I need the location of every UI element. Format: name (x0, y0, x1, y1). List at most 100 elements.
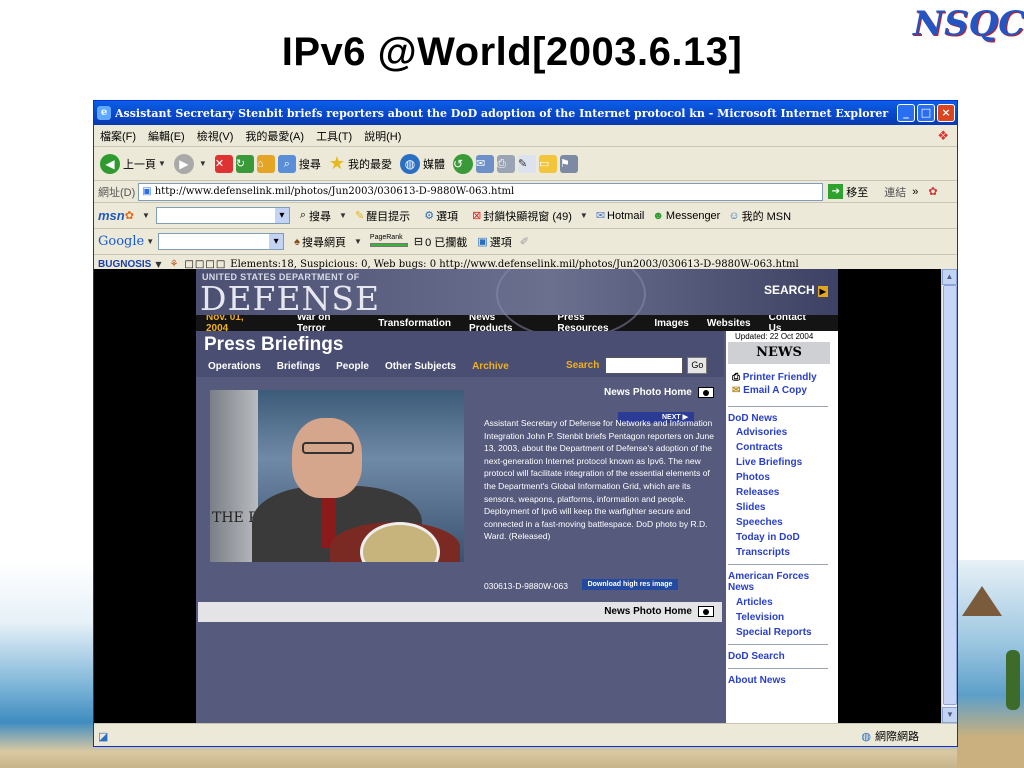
home-icon[interactable]: ⌂ (256, 154, 275, 173)
menu-view[interactable]: 檢視(V) (197, 128, 234, 144)
sidebar-item-photos[interactable]: Photos (726, 472, 838, 483)
site-search-input[interactable] (605, 357, 684, 374)
messenger-icon[interactable]: ⚑ (559, 154, 578, 173)
download-hi-res-button[interactable]: Download high res image (582, 579, 678, 590)
sidebar-divider (728, 668, 828, 669)
email-copy-link[interactable]: ✉ Email A Copy (726, 385, 838, 396)
vertical-scrollbar[interactable]: ▲ ▼ (941, 269, 957, 723)
sidebar-item-releases[interactable]: Releases (726, 487, 838, 498)
sidebar-item-advisories[interactable]: Advisories (726, 427, 838, 438)
refresh-icon[interactable]: ↻ (235, 154, 254, 173)
msn-butterfly-icon: ✿ (124, 210, 134, 222)
american-forces-news-link[interactable]: American Forces News (726, 571, 826, 593)
go-button[interactable]: 移至 (846, 184, 868, 200)
popup-blocked-icon: ⊟ (413, 236, 424, 248)
msn-highlight-button[interactable]: 醒目提示 (366, 208, 410, 224)
minimize-button[interactable]: _ (897, 104, 915, 122)
google-options-button[interactable]: 選項 (490, 234, 512, 250)
menu-help[interactable]: 說明(H) (364, 128, 401, 144)
mail-icon[interactable]: ✉ (475, 154, 494, 173)
msn-search-button[interactable]: 搜尋 (309, 208, 331, 224)
back-button[interactable]: ◀ 上一頁 ▼ (100, 153, 166, 174)
sidebar-item-contracts[interactable]: Contracts (726, 442, 838, 453)
search-button[interactable]: ⌕ 搜尋 (277, 154, 321, 173)
subnav-other-subjects[interactable]: Other Subjects (385, 361, 456, 372)
scroll-thumb[interactable] (943, 285, 957, 705)
stop-icon[interactable]: ✕ (214, 154, 233, 173)
scroll-up-icon[interactable]: ▲ (942, 269, 957, 285)
my-msn-link[interactable]: 我的 MSN (742, 208, 792, 224)
nav-images[interactable]: Images (654, 318, 688, 329)
popup-dropdown-icon[interactable]: ▼ (580, 211, 588, 220)
forward-dropdown-icon[interactable]: ▼ (199, 159, 207, 168)
close-button[interactable]: × (937, 104, 955, 122)
subnav-archive[interactable]: Archive (472, 361, 509, 372)
search-web-dropdown-icon[interactable]: ▼ (354, 237, 362, 246)
defense-wordmark[interactable]: DEFENSE (200, 279, 380, 318)
header-search-button[interactable]: SEARCH ▶ (764, 283, 828, 297)
google-dropdown-icon[interactable]: ▼ (146, 237, 154, 246)
links-label[interactable]: 連結 (884, 184, 906, 200)
subnav-people[interactable]: People (336, 361, 369, 372)
google-search-input[interactable] (158, 233, 285, 250)
media-button[interactable]: ◍ 媒體 (399, 153, 445, 174)
msn-popup-button[interactable]: 封鎖快顯視窗 (49) (483, 208, 572, 224)
sidebar-item-slides[interactable]: Slides (726, 502, 838, 513)
msn-dropdown-icon[interactable]: ▼ (142, 211, 150, 220)
edit-icon[interactable]: ✎ (517, 154, 536, 173)
sidebar-item-speeches[interactable]: Speeches (726, 517, 838, 528)
back-dropdown-icon[interactable]: ▼ (158, 159, 166, 168)
menu-tools[interactable]: 工具(T) (316, 128, 352, 144)
sidebar-item-transcripts[interactable]: Transcripts (726, 547, 838, 558)
msn-search-input[interactable] (155, 207, 290, 224)
discuss-icon[interactable]: ▭ (538, 154, 557, 173)
media-label: 媒體 (422, 158, 445, 171)
nsqc-logo: NSQC (913, 4, 1024, 44)
hotmail-link[interactable]: Hotmail (607, 210, 644, 222)
nav-transformation[interactable]: Transformation (378, 318, 451, 329)
sidebar-item-articles[interactable]: Articles (726, 597, 838, 608)
sidebar-item-live-briefings[interactable]: Live Briefings (726, 457, 838, 468)
address-input[interactable]: ▣ http://www.defenselink.mil/photos/Jun2… (138, 182, 824, 201)
msn-search-dropdown-icon[interactable]: ▼ (339, 211, 347, 220)
menu-favorites[interactable]: 我的最愛(A) (245, 128, 304, 144)
forward-button[interactable]: ▶ ▼ (173, 153, 207, 174)
tools-icon[interactable]: ✿ (928, 185, 937, 198)
ie-window: e Assistant Secretary Stenbit briefs rep… (93, 100, 958, 747)
google-logo[interactable]: Google (98, 234, 144, 249)
bugnosis-dropdown-icon[interactable]: ▼ (155, 260, 161, 269)
dod-search-link[interactable]: DoD Search (726, 651, 838, 662)
menu-file[interactable]: 檔案(F) (100, 128, 136, 144)
sidebar-item-today-in-dod[interactable]: Today in DoD (726, 532, 838, 543)
google-blocked-count[interactable]: 0 已攔截 (425, 234, 467, 250)
subnav-briefings[interactable]: Briefings (277, 361, 320, 372)
go-button[interactable]: Go (687, 357, 708, 374)
popup-blocker-icon: ⊠ (472, 210, 482, 222)
messenger-link[interactable]: Messenger (666, 210, 720, 222)
scroll-down-icon[interactable]: ▼ (942, 707, 957, 723)
sidebar-item-television[interactable]: Television (726, 612, 838, 623)
maximize-button[interactable]: □ (917, 104, 935, 122)
about-news-link[interactable]: About News (726, 675, 838, 686)
my-msn-icon: ☺ (728, 209, 740, 222)
print-icon[interactable]: ⎙ (496, 154, 515, 173)
sidebar-divider (728, 406, 828, 407)
sidebar-divider (728, 564, 828, 565)
news-photo-home-link[interactable]: News Photo Home (604, 387, 714, 398)
favorites-button[interactable]: ★ 我的最愛 (329, 153, 392, 174)
history-icon[interactable]: ↺ (452, 153, 473, 174)
window-titlebar[interactable]: e Assistant Secretary Stenbit briefs rep… (94, 101, 957, 125)
dod-news-link[interactable]: DoD News (726, 413, 838, 424)
briefing-photo[interactable]: THE P (210, 390, 464, 562)
printer-friendly-link[interactable]: ⎙ Printer Friendly (726, 372, 838, 383)
go-arrow-icon[interactable]: ➔ (828, 184, 844, 199)
sidebar-item-special-reports[interactable]: Special Reports (726, 627, 838, 638)
nav-websites[interactable]: Websites (707, 318, 751, 329)
menu-edit[interactable]: 編輯(E) (148, 128, 185, 144)
pencil-icon[interactable]: ✐ (520, 235, 529, 248)
google-search-web-button[interactable]: 搜尋網頁 (302, 234, 346, 250)
chevron-icon[interactable]: » (912, 186, 918, 198)
bottom-news-photo-home-link[interactable]: News Photo Home (604, 606, 692, 617)
subnav-operations[interactable]: Operations (208, 361, 261, 372)
msn-options-button[interactable]: 選項 (436, 208, 458, 224)
